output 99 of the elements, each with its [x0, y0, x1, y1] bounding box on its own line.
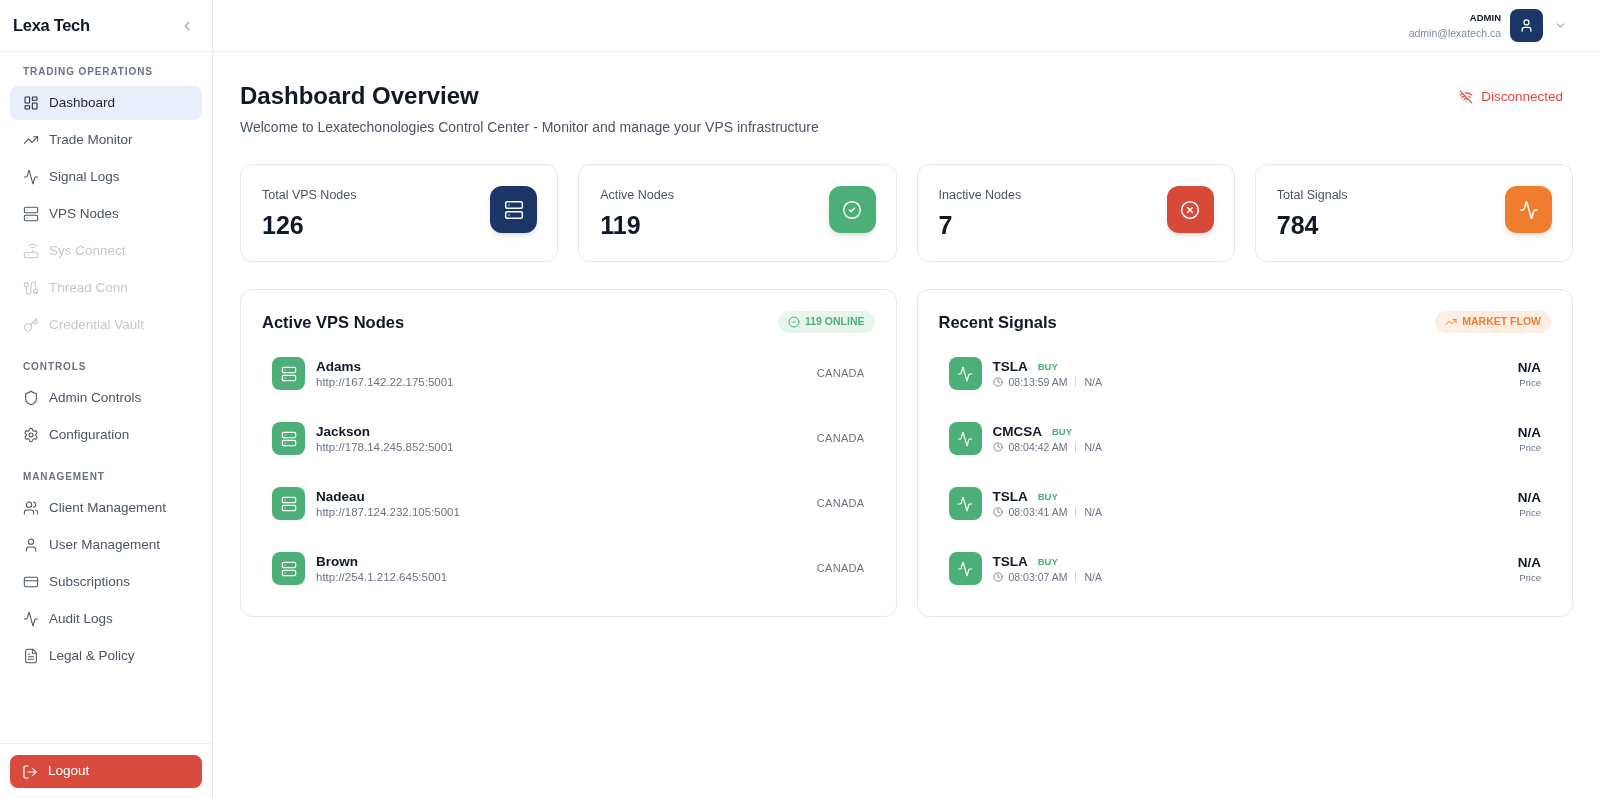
- signal-detail: N/A: [1084, 374, 1102, 390]
- users-icon: [23, 500, 39, 516]
- user-icon: [23, 537, 39, 553]
- node-url: http://178.14.245.852:5001: [316, 439, 454, 455]
- stat-value: 126: [262, 210, 305, 241]
- node-name: Nadeau: [316, 487, 366, 505]
- signal-detail: N/A: [1084, 439, 1102, 455]
- stat-value: 7: [938, 210, 954, 241]
- node-region: CANADA: [816, 496, 865, 512]
- sidebar-item[interactable]: Admin Controls: [10, 381, 202, 415]
- server-icon: [23, 206, 39, 222]
- section-heading: MANAGEMENT: [22, 471, 106, 483]
- page-subtitle: Welcome to Lexatechonologies Control Center - Monitor and manage your VPS infrastructure: [240, 118, 820, 137]
- server-icon: [272, 422, 305, 455]
- node-name: Jackson: [316, 422, 372, 440]
- pulse-icon: [23, 169, 39, 185]
- signal-time: 08:03:07 AM: [1008, 569, 1068, 585]
- key-icon: [23, 317, 39, 333]
- node-region: CANADA: [816, 431, 865, 447]
- node-region: CANADA: [816, 366, 865, 382]
- signal-time: 08:04:42 AM: [1008, 439, 1068, 455]
- node-name: Brown: [316, 552, 359, 570]
- user-role: ADMIN: [1469, 11, 1501, 24]
- signal-side: BUY: [1037, 554, 1058, 569]
- signal-symbol: TSLA: [992, 487, 1028, 505]
- sidebar-item[interactable]: Client Management: [10, 491, 202, 525]
- stat-value: 784: [1276, 210, 1320, 241]
- document-icon: [23, 648, 39, 664]
- sidebar-item[interactable]: VPS Nodes: [10, 197, 202, 231]
- router-icon: [23, 243, 39, 259]
- wifi-off-icon: [1459, 90, 1474, 105]
- connection-status: Disconnected: [1481, 88, 1563, 106]
- settings-icon: [23, 427, 39, 443]
- signal-symbol: TSLA: [992, 552, 1028, 570]
- clock-icon: [992, 572, 1003, 582]
- sidebar-item[interactable]: Audit Logs: [10, 602, 202, 636]
- pulse-icon: [948, 357, 982, 390]
- sidebar-item[interactable]: Signal Logs: [10, 160, 202, 194]
- node-url: http://254.1.212.645:5001: [316, 569, 448, 585]
- trend-up-icon: [1445, 316, 1458, 328]
- server-icon: [272, 552, 305, 585]
- price-label: Price: [1519, 440, 1541, 454]
- panel-title: Recent Signals: [938, 311, 1057, 333]
- signal-side: BUY: [1052, 424, 1073, 439]
- user-avatar[interactable]: [1510, 9, 1543, 42]
- sidebar-item[interactable]: Trade Monitor: [10, 123, 202, 157]
- check-circle-icon: [787, 316, 800, 328]
- logout-icon: [22, 763, 38, 780]
- sidebar-item[interactable]: User Management: [10, 528, 202, 562]
- signal-price: N/A: [1517, 423, 1541, 441]
- node-region: CANADA: [816, 561, 865, 577]
- panel-title: Active VPS Nodes: [262, 311, 405, 333]
- stat-value: 119: [600, 210, 642, 241]
- cable-icon: [23, 280, 39, 296]
- price-label: Price: [1519, 375, 1541, 389]
- signal-price: N/A: [1517, 488, 1541, 506]
- stat-label: Total VPS Nodes: [262, 187, 357, 203]
- online-count-text: 119 ONLINE: [804, 314, 865, 330]
- user-email: admin@lexatech.ca: [1408, 25, 1501, 40]
- stat-label: Inactive Nodes: [938, 187, 1022, 203]
- shield-icon: [23, 390, 39, 406]
- market-flow-text: MARKET FLOW: [1462, 314, 1541, 330]
- credit-card-icon: [23, 574, 39, 590]
- signal-detail: N/A: [1084, 504, 1102, 520]
- stat-label: Active Nodes: [600, 187, 674, 203]
- sidebar-item[interactable]: Configuration: [10, 418, 202, 452]
- sidebar-item[interactable]: Dashboard: [10, 86, 202, 120]
- clock-icon: [992, 442, 1003, 452]
- clock-icon: [992, 507, 1003, 517]
- pulse-icon: [948, 487, 982, 520]
- node-url: http://187.124.232.105:5001: [316, 504, 460, 520]
- server-icon: [272, 487, 305, 520]
- price-label: Price: [1519, 570, 1541, 584]
- section-heading: TRADING OPERATIONS: [22, 66, 154, 78]
- brand-name: Lexa Tech: [13, 15, 90, 37]
- signal-detail: N/A: [1084, 569, 1102, 585]
- node-name: Adams: [316, 357, 362, 375]
- signal-price: N/A: [1517, 358, 1541, 376]
- price-label: Price: [1519, 505, 1541, 519]
- signal-symbol: CMCSA: [992, 422, 1042, 440]
- pulse-icon: [948, 552, 982, 585]
- page-title: Dashboard Overview: [240, 81, 479, 111]
- section-heading: CONTROLS: [22, 361, 88, 373]
- pulse-icon: [948, 422, 982, 455]
- pulse-icon: [23, 611, 39, 627]
- node-url: http://167.142.22.175:5001: [316, 374, 454, 390]
- signal-time: 08:03:41 AM: [1008, 504, 1068, 520]
- sidebar-item[interactable]: Legal & Policy: [10, 639, 202, 673]
- signal-side: BUY: [1037, 489, 1058, 504]
- signal-time: 08:13:59 AM: [1008, 374, 1068, 390]
- signal-price: N/A: [1517, 553, 1541, 571]
- signal-side: BUY: [1037, 359, 1058, 374]
- sidebar-item[interactable]: Subscriptions: [10, 565, 202, 599]
- logout-button[interactable]: Logout: [10, 755, 202, 788]
- signal-symbol: TSLA: [992, 357, 1028, 375]
- dashboard-icon: [23, 95, 39, 111]
- clock-icon: [992, 377, 1003, 387]
- stat-label: Total Signals: [1276, 187, 1348, 203]
- server-icon: [272, 357, 305, 390]
